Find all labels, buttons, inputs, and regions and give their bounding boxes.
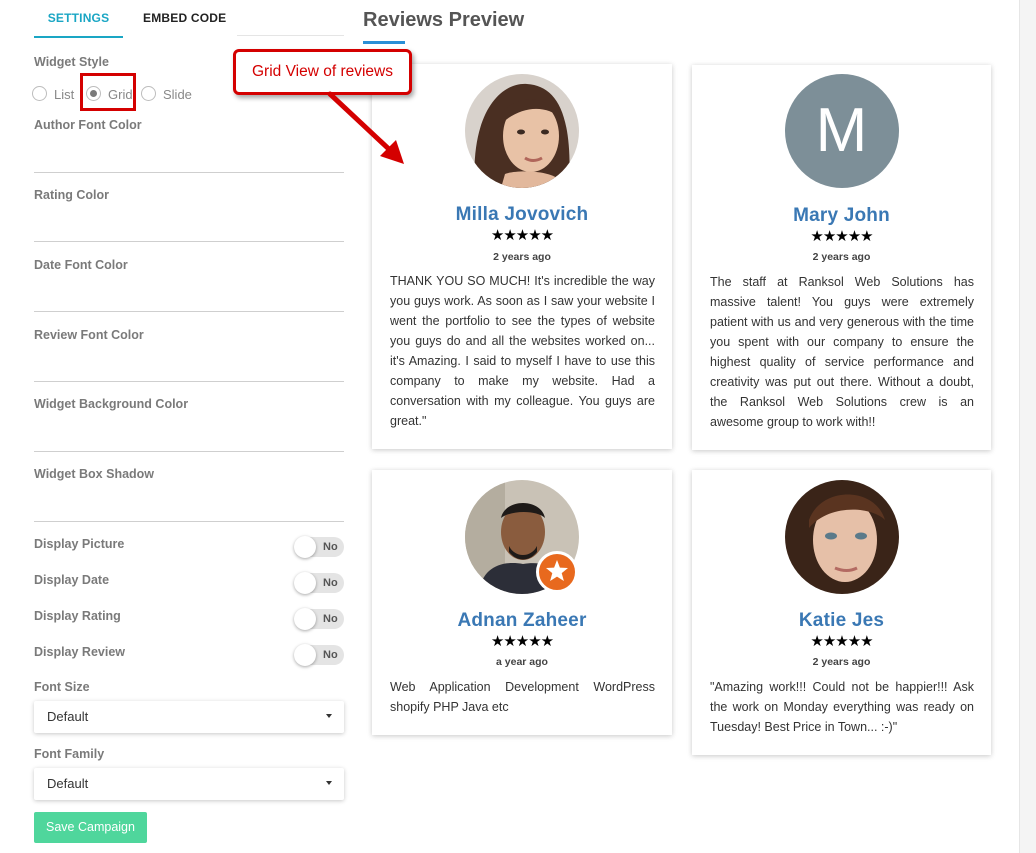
font-family-label: Font Family bbox=[34, 747, 105, 761]
display-date-toggle[interactable]: No bbox=[294, 572, 344, 594]
font-size-select[interactable]: Default bbox=[34, 701, 344, 733]
review-font-color-label: Review Font Color bbox=[34, 328, 144, 342]
tab-embed-code[interactable]: EMBED CODE bbox=[143, 10, 226, 25]
avatar bbox=[784, 480, 899, 594]
star-rating: ★★★★★ bbox=[490, 633, 554, 650]
review-card: M Mary John ★★★★★ 2 years ago The staff … bbox=[692, 65, 991, 450]
radio-list-label: List bbox=[54, 87, 75, 102]
review-text: The staff at Ranksol Web Solutions has m… bbox=[710, 275, 974, 429]
annotation-callout: Grid View of reviews bbox=[233, 49, 412, 95]
title-underline bbox=[363, 41, 405, 44]
star-rating: ★★★★★ bbox=[810, 228, 873, 245]
display-picture-toggle[interactable]: No bbox=[294, 536, 344, 558]
save-campaign-button[interactable]: Save Campaign bbox=[34, 812, 147, 843]
review-text: Web Application Development WordPress sh… bbox=[390, 680, 655, 714]
toggle-knob bbox=[294, 536, 316, 558]
toggle-state: No bbox=[323, 541, 338, 553]
toggle-state: No bbox=[323, 649, 338, 661]
avatar bbox=[465, 74, 579, 188]
caret-down-icon bbox=[326, 714, 332, 718]
tab-settings[interactable]: SETTINGS bbox=[34, 10, 123, 38]
review-date: 2 years ago bbox=[812, 251, 871, 263]
scrollbar-track[interactable] bbox=[1020, 0, 1036, 853]
author-font-color-label: Author Font Color bbox=[34, 118, 142, 132]
widget-background-color-label: Widget Background Color bbox=[34, 397, 189, 411]
display-review-label: Display Review bbox=[34, 645, 126, 659]
review-date: 2 years ago bbox=[812, 656, 871, 668]
toggle-state: No bbox=[323, 613, 338, 625]
review-date: a year ago bbox=[496, 656, 548, 668]
review-text: THANK YOU SO MUCH! It's incredible the w… bbox=[390, 274, 655, 428]
toggle-knob bbox=[294, 608, 316, 630]
star-badge-icon bbox=[536, 551, 578, 593]
caret-down-icon bbox=[326, 781, 332, 785]
avatar-initial: M bbox=[815, 96, 868, 165]
widget-box-shadow-input[interactable] bbox=[34, 521, 344, 522]
avatar: M bbox=[784, 74, 899, 188]
star-rating: ★★★★★ bbox=[810, 633, 873, 650]
review-author: Milla Jovovich bbox=[455, 204, 589, 225]
toggle-knob bbox=[294, 644, 316, 666]
review-author: Katie Jes bbox=[798, 610, 885, 631]
rating-color-label: Rating Color bbox=[34, 188, 109, 202]
font-size-label: Font Size bbox=[34, 680, 90, 694]
review-card: Milla Jovovich ★★★★★ 2 years ago THANK Y… bbox=[372, 64, 672, 449]
review-author: Mary John bbox=[793, 205, 890, 226]
tab-divider bbox=[237, 35, 344, 36]
widget-style-label: Widget Style bbox=[34, 55, 109, 69]
widget-background-color-input[interactable] bbox=[34, 451, 344, 452]
toggle-state: No bbox=[323, 577, 338, 589]
rating-color-input[interactable] bbox=[34, 241, 344, 242]
star-rating: ★★★★★ bbox=[490, 227, 554, 244]
review-date: 2 years ago bbox=[493, 251, 551, 263]
settings-tabs: SETTINGS EMBED CODE bbox=[34, 0, 344, 38]
date-font-color-label: Date Font Color bbox=[34, 258, 128, 272]
preview-title: Reviews Preview bbox=[363, 9, 525, 31]
radio-slide[interactable] bbox=[141, 86, 156, 101]
date-font-color-input[interactable] bbox=[34, 311, 344, 312]
review-card: Katie Jes ★★★★★ 2 years ago "Amazing wor… bbox=[692, 470, 991, 755]
review-card: Adnan Zaheer ★★★★★ a year ago Web Applic… bbox=[372, 470, 672, 735]
review-text: "Amazing work!!! Could not be happier!!!… bbox=[710, 680, 974, 734]
grid-option-highlight bbox=[80, 73, 136, 111]
widget-box-shadow-label: Widget Box Shadow bbox=[34, 467, 155, 481]
radio-list[interactable] bbox=[32, 86, 47, 101]
display-picture-label: Display Picture bbox=[34, 537, 125, 551]
radio-slide-label: Slide bbox=[163, 87, 192, 102]
review-font-color-input[interactable] bbox=[34, 381, 344, 382]
display-rating-label: Display Rating bbox=[34, 609, 121, 623]
font-size-value: Default bbox=[47, 709, 89, 724]
display-review-toggle[interactable]: No bbox=[294, 644, 344, 666]
font-family-value: Default bbox=[47, 776, 89, 791]
font-family-select[interactable]: Default bbox=[34, 768, 344, 800]
display-date-label: Display Date bbox=[34, 573, 110, 587]
review-author: Adnan Zaheer bbox=[457, 610, 587, 631]
display-rating-toggle[interactable]: No bbox=[294, 608, 344, 630]
toggle-knob bbox=[294, 572, 316, 594]
annotation-text: Grid View of reviews bbox=[252, 63, 393, 80]
annotation-arrow-icon bbox=[327, 91, 404, 164]
author-font-color-input[interactable] bbox=[34, 172, 344, 173]
